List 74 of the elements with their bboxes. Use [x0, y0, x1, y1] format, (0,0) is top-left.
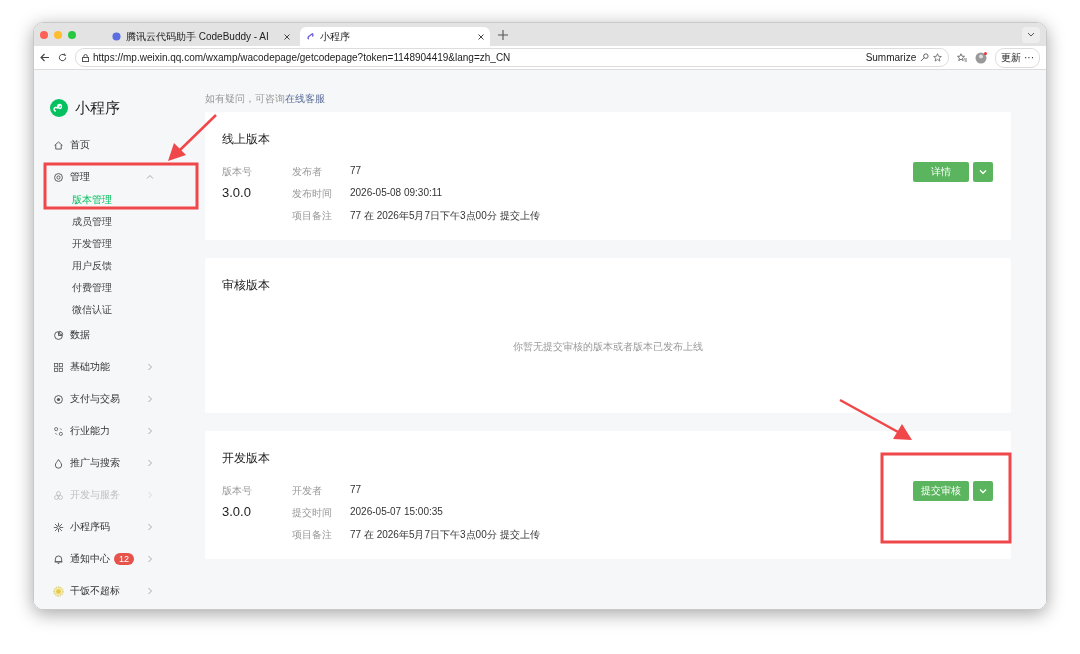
lock-icon [82, 53, 89, 62]
dropdown-button[interactable] [973, 162, 993, 182]
sidebar-subitem[interactable]: 付费管理 [50, 277, 205, 299]
address-bar[interactable]: https://mp.weixin.qq.com/wxamp/wacodepage/getcodepage?token=1148904419&lang=zh_CN Summarize [75, 48, 950, 67]
star-icon[interactable] [933, 53, 943, 62]
field-label: 发布者 [292, 165, 323, 179]
target-icon [53, 393, 64, 405]
close-icon[interactable] [478, 33, 484, 40]
key-icon[interactable] [920, 53, 930, 62]
field-value: 2026-05-08 09:30:11 [350, 187, 444, 200]
field-label: 开发者 [292, 484, 323, 498]
field-value: 77 [350, 165, 363, 178]
settings-icon [53, 171, 64, 183]
sidebar-item[interactable]: 首页 [50, 129, 160, 161]
profile-icon[interactable] [975, 51, 988, 64]
annotation-arrow [168, 114, 217, 161]
browser-tab[interactable]: 小程序 [300, 27, 490, 46]
sidebar-item[interactable]: 通知中心 12 [50, 543, 160, 575]
sidebar-subitem[interactable]: 成员管理 [50, 211, 205, 233]
link-icon [306, 32, 315, 41]
new-tab-icon[interactable] [498, 29, 508, 40]
caret-icon [979, 488, 987, 494]
help-text: 如有疑问，可咨询在线客服 [205, 92, 326, 106]
bell-icon [53, 553, 64, 565]
url-text: https://mp.weixin.qq.com/wxamp/wacodepage/getcodepage?token=1148904419&lang=zh_CN [93, 52, 512, 63]
grid-icon [53, 361, 64, 373]
pie-chart-icon [53, 329, 64, 341]
field-label: 项目备注 [292, 528, 333, 542]
sidebar-subitem[interactable]: 微信认证 [50, 299, 205, 321]
card-title: 开发版本 [222, 451, 271, 466]
field-value: 2026-05-07 15:00:35 [350, 506, 444, 519]
sidebar-item[interactable]: 行业能力 [50, 415, 160, 447]
card-title: 审核版本 [222, 278, 271, 293]
version-number: 3.0.0 [222, 185, 252, 200]
field-value: 77 在 2026年5月7日下午3点00分 提交上传 [350, 209, 541, 223]
logo-icon [50, 99, 68, 117]
home-icon [53, 139, 64, 151]
version-label: 版本号 [222, 165, 253, 179]
sidebar-subitem[interactable]: 开发管理 [50, 233, 205, 255]
field-value: 77 [350, 484, 363, 497]
sidebar-item[interactable]: 干饭不超标 [50, 575, 160, 607]
field-label: 项目备注 [292, 209, 333, 223]
tab-title: 腾讯云代码助手 CodeBuddy - AI [126, 29, 270, 44]
empty-message: 你暂无提交审核的版本或者版本已发布上线 [513, 340, 703, 354]
favorites-icon[interactable] [957, 53, 968, 62]
close-icon[interactable] [284, 33, 290, 40]
sidebar-item[interactable]: 小程序码 [50, 511, 160, 543]
field-label: 提交时间 [292, 506, 333, 520]
drop-icon [53, 457, 64, 469]
circles-icon [53, 489, 64, 501]
sun-icon [53, 521, 64, 533]
version-number: 3.0.0 [222, 504, 252, 519]
caret-icon [979, 169, 987, 175]
field-label: 发布时间 [292, 187, 333, 201]
back-icon[interactable] [40, 53, 50, 62]
sidebar-item[interactable]: 数据 [50, 319, 160, 351]
summarize-link[interactable]: Summarize [865, 52, 917, 63]
sidebar-item[interactable]: 基础功能 [50, 351, 160, 383]
version-label: 版本号 [222, 484, 253, 498]
dropdown-button[interactable] [973, 481, 993, 501]
reload-icon[interactable] [58, 53, 67, 62]
app-title: 小程序 [75, 98, 120, 118]
chevron-down-icon [1027, 32, 1035, 37]
field-value: 77 在 2026年5月7日下午3点00分 提交上传 [350, 528, 541, 542]
rings-icon [53, 425, 64, 437]
card-title: 线上版本 [222, 132, 271, 147]
sidebar-item[interactable]: 推广与搜索 [50, 447, 160, 479]
sidebar-item[interactable]: 支付与交易 [50, 383, 160, 415]
update-button[interactable]: 更新 ··· [995, 47, 1040, 68]
sidebar-subitem[interactable]: 用户反馈 [50, 255, 205, 277]
browser-tab[interactable]: 腾讯云代码助手 CodeBuddy - AI [106, 27, 296, 46]
tab-title: 小程序 [320, 29, 351, 44]
count-badge: 12 [114, 553, 134, 565]
support-link[interactable]: 在线客服 [285, 93, 325, 104]
